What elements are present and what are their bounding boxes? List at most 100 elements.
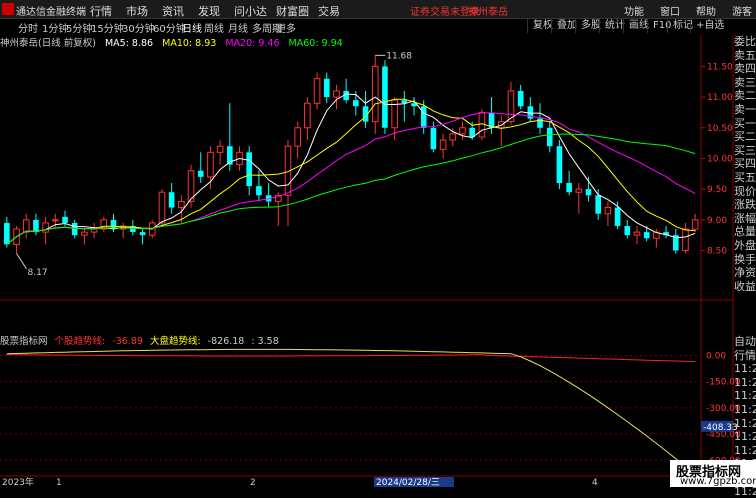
candle-body	[168, 192, 175, 208]
candle-body	[371, 65, 379, 123]
quote-row-14: 总量	[734, 225, 756, 239]
market-trend-line	[6, 348, 696, 475]
x-axis-m4: 4	[592, 478, 598, 487]
candle-body	[430, 127, 437, 150]
candle-body	[42, 222, 49, 233]
menu-item-3[interactable]: 发现	[198, 3, 220, 19]
menu-item-5[interactable]: 财富圈	[276, 3, 309, 19]
period-tab-5[interactable]: 60分钟	[153, 20, 186, 35]
quote-row-2: 卖四	[734, 62, 756, 76]
candle-body	[139, 232, 146, 236]
candle-body	[256, 186, 262, 196]
x-axis-m2: 2	[250, 478, 256, 487]
candle-body	[197, 170, 204, 177]
candle-body	[246, 152, 253, 187]
indicator-line2-value: -826.18	[207, 336, 245, 347]
ma20-line	[6, 112, 696, 245]
period-tab-3[interactable]: 15分钟	[91, 20, 124, 35]
quote-row-8: 买三	[734, 143, 756, 157]
tick-row-1: 行情	[734, 348, 756, 362]
candle-body	[517, 90, 524, 107]
menu-item-1[interactable]: 市场	[126, 3, 148, 19]
candle-body	[52, 219, 59, 222]
low-label: 8.17	[28, 268, 48, 278]
quote-row-18: 收益	[734, 279, 756, 293]
indicator-line1-name: 个股趋势线:	[54, 336, 106, 347]
candlestick-chart[interactable]: 11.5011.0010.5010.009.509.008.5011.688.1…	[0, 0, 756, 487]
candle-body	[624, 225, 631, 236]
candle-body	[566, 183, 572, 193]
low-marker	[16, 253, 27, 270]
candle-body	[585, 189, 592, 196]
price-axis-label: 8.50	[707, 247, 727, 257]
quote-row-4: 卖二	[734, 89, 756, 103]
indicator-axis-label: 0.00	[706, 351, 726, 361]
period-tab-0[interactable]: 分时	[18, 20, 38, 35]
candle-body	[556, 146, 563, 184]
candle-body	[178, 200, 185, 209]
candle-body	[382, 66, 388, 128]
candle-body	[294, 127, 301, 147]
period-tab-10[interactable]: 更多	[276, 20, 296, 35]
quote-row-16: 换手	[734, 252, 756, 266]
period-tab-4[interactable]: 30分钟	[122, 20, 155, 35]
high-label: 11.68	[386, 51, 412, 61]
indicator-current-value: -408.33	[703, 423, 738, 433]
price-axis-label: 10.50	[707, 124, 733, 134]
candle-body	[4, 222, 10, 245]
menu-item-6[interactable]: 交易	[318, 3, 340, 19]
indicator-line2-name: 大盘趋势线:	[149, 336, 201, 347]
candle-body	[604, 207, 612, 215]
tick-row-0: 自动	[734, 335, 756, 348]
candle-body	[575, 188, 583, 193]
quote-row-10: 买五	[734, 170, 756, 184]
period-tab-2[interactable]: 5分钟	[66, 20, 92, 35]
quote-row-3: 卖三	[734, 75, 756, 89]
candle-body	[459, 127, 466, 135]
tick-row-6: 11:26	[734, 416, 756, 430]
tick-row-3: 11:26	[734, 375, 756, 389]
candle-body	[207, 151, 214, 178]
candle-body	[62, 216, 68, 223]
indicator-line1-value: -36.89	[112, 336, 143, 347]
menu-item-4[interactable]: 问小达	[234, 3, 267, 19]
candle-body	[313, 78, 321, 104]
candle-body	[216, 145, 224, 153]
quote-row-9: 买四	[734, 157, 756, 171]
candle-body	[614, 207, 621, 226]
candle-body	[304, 102, 311, 129]
candle-body	[420, 106, 427, 128]
candle-body	[633, 231, 641, 236]
quote-row-11: 现价	[734, 184, 756, 198]
candle-body	[595, 195, 602, 214]
menu-item-2[interactable]: 资讯	[162, 3, 184, 19]
quote-row-13: 涨幅	[734, 211, 756, 225]
candle-body	[449, 133, 457, 141]
watermark-url: www.7gpzb.com	[680, 476, 756, 487]
menu-item-0[interactable]: 行情	[90, 3, 112, 19]
period-tab-8[interactable]: 月线	[228, 20, 248, 35]
ma5-line	[6, 93, 696, 245]
candle-body	[71, 222, 78, 236]
candle-body	[353, 100, 359, 107]
period-tab-7[interactable]: 周线	[204, 20, 224, 35]
tick-row-5: 11:26	[734, 402, 756, 416]
indicator-extra: : 3.58	[251, 336, 279, 347]
candle-body	[439, 139, 447, 150]
tick-row-2: 11:26	[734, 362, 756, 376]
quote-row-5: 卖一	[734, 102, 756, 116]
candle-body	[488, 112, 495, 128]
quote-row-7: 买二	[734, 130, 756, 144]
quote-row-15: 外盘	[734, 238, 756, 252]
period-tab-1[interactable]: 1分钟	[42, 20, 68, 35]
indicator-source: 股票指标网	[0, 336, 48, 347]
candle-body	[546, 127, 553, 147]
candle-body	[81, 231, 88, 236]
candle-body	[691, 219, 699, 230]
period-tab-6[interactable]: 日线	[182, 20, 202, 35]
candle-body	[22, 219, 30, 233]
price-axis-label: 11.50	[707, 62, 733, 72]
candle-body	[643, 232, 650, 239]
candle-body	[33, 219, 39, 233]
toolbar-button-7[interactable]: +自选	[690, 19, 729, 33]
